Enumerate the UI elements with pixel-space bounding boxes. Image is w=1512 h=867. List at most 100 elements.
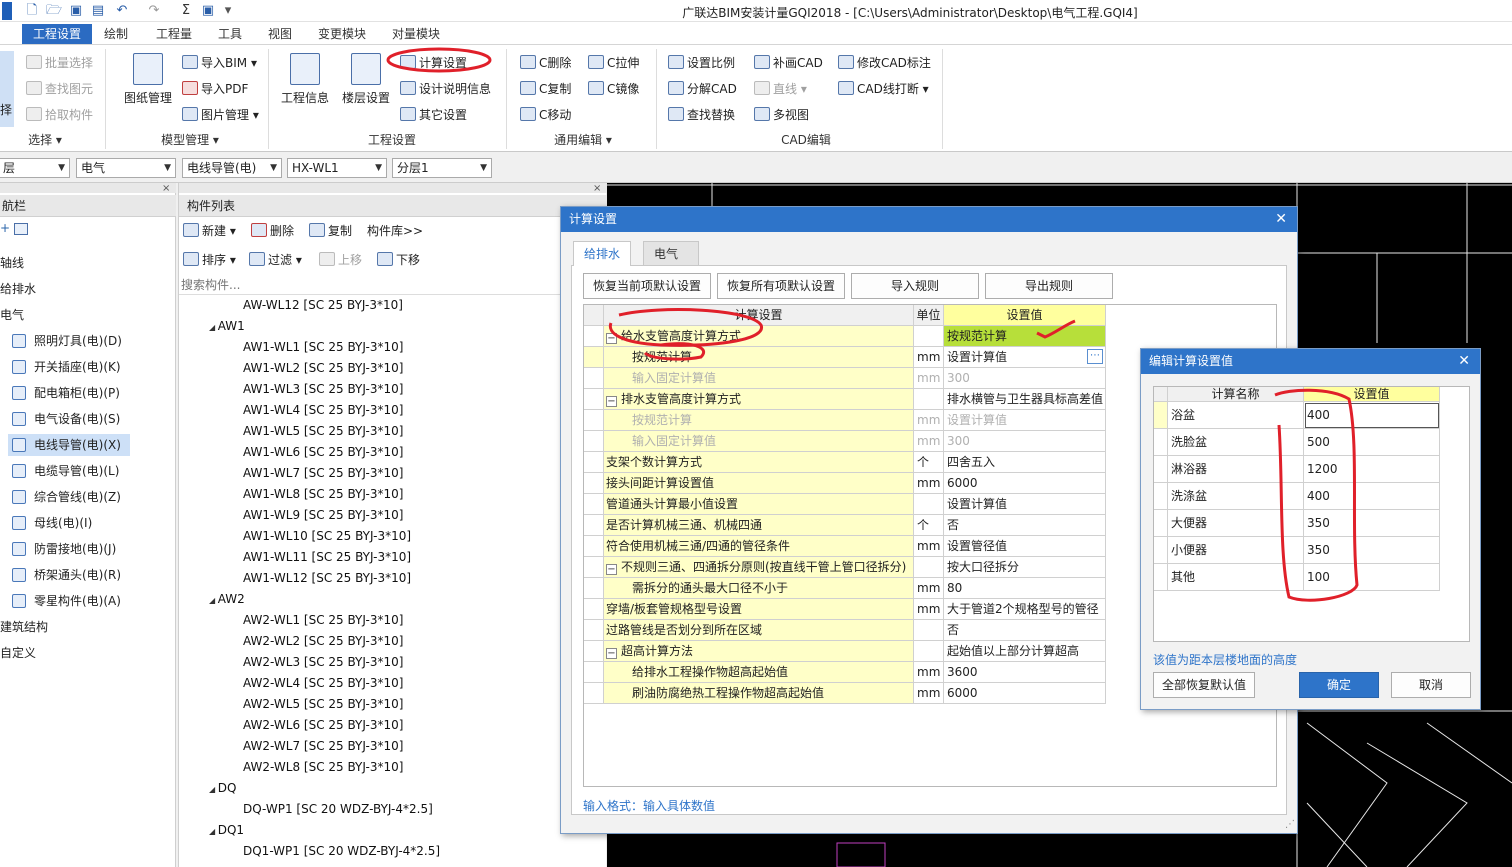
collapse-toggle-icon[interactable]: − bbox=[606, 564, 617, 575]
tree-item[interactable]: AW2-WL7 [SC 25 BYJ-3*10] bbox=[243, 738, 403, 754]
tree-item[interactable]: AW2-WL8 [SC 25 BYJ-3*10] bbox=[243, 759, 403, 775]
value-cell[interactable]: 按大口径拆分 bbox=[944, 557, 1106, 578]
image-icon[interactable]: ▤ bbox=[90, 3, 106, 19]
group-label-select[interactable]: 选择 ▾ bbox=[20, 131, 70, 148]
ellipsis-button[interactable]: ⋯ bbox=[1087, 349, 1103, 364]
nav-tray-fitting[interactable]: 桥架通头(电)(R) bbox=[12, 564, 121, 586]
sum-icon[interactable]: Σ bbox=[178, 3, 194, 19]
tab-change-module[interactable]: 变更模块 bbox=[312, 24, 372, 44]
ok-button[interactable]: 确定 bbox=[1299, 672, 1379, 698]
c-copy-button[interactable]: C复制 bbox=[520, 81, 571, 97]
save-as-icon[interactable]: ▣ bbox=[200, 3, 216, 19]
filter-button[interactable]: 过滤 ▾ bbox=[249, 252, 302, 268]
select-button[interactable]: 择 bbox=[0, 51, 14, 127]
restore-current-default-button[interactable]: 恢复当前项默认设置 bbox=[583, 273, 711, 299]
value-cell[interactable]: 6000 bbox=[944, 473, 1106, 494]
tree-item[interactable]: AW1-WL12 [SC 25 BYJ-3*10] bbox=[243, 570, 411, 586]
import-pdf-button[interactable]: 导入PDF bbox=[182, 81, 248, 97]
value-cell[interactable]: 排水横管与卫生器具标高差值 bbox=[944, 389, 1106, 410]
c-move-button[interactable]: C移动 bbox=[520, 107, 571, 123]
nav-electrical-equipment[interactable]: 电气设备(电)(S) bbox=[12, 408, 120, 430]
close-icon[interactable]: ✕ bbox=[1275, 207, 1287, 232]
cad-line-break-button[interactable]: CAD线打断 ▾ bbox=[838, 81, 929, 97]
quick-access-dropdown-icon[interactable]: ▾ bbox=[220, 3, 236, 19]
group-label-model[interactable]: 模型管理 ▾ bbox=[150, 131, 230, 148]
value-cell[interactable]: 设置计算值 bbox=[944, 494, 1106, 515]
group-label-edit[interactable]: 通用编辑 ▾ bbox=[548, 131, 618, 148]
value-cell[interactable]: 按规范计算 bbox=[944, 326, 1106, 347]
tree-item[interactable]: AW1-WL8 [SC 25 BYJ-3*10] bbox=[243, 486, 403, 502]
tab-draw[interactable]: 绘制 bbox=[98, 24, 134, 44]
nav-busbar[interactable]: 母线(电)(I) bbox=[12, 512, 92, 534]
tab-project-settings[interactable]: 工程设置 bbox=[22, 24, 92, 44]
tree-item[interactable]: AW2-WL1 [SC 25 BYJ-3*10] bbox=[243, 612, 403, 628]
tree-item[interactable]: AW2-WL6 [SC 25 BYJ-3*10] bbox=[243, 717, 403, 733]
component-library-button[interactable]: 构件库>> bbox=[367, 223, 423, 239]
move-up-button[interactable]: 上移 bbox=[319, 252, 362, 268]
nav-plumbing[interactable]: 给排水 bbox=[0, 278, 36, 300]
nav-axis[interactable]: 轴线 bbox=[0, 252, 24, 274]
nav-building-structure[interactable]: 建筑结构 bbox=[0, 616, 48, 638]
batch-select-button[interactable]: 批量选择 bbox=[26, 55, 93, 71]
value-cell[interactable]: 6000 bbox=[944, 683, 1106, 704]
redo-icon[interactable]: ↷ bbox=[146, 3, 162, 19]
nav-cable-conduit[interactable]: 电缆导管(电)(L) bbox=[12, 460, 119, 482]
close-icon[interactable]: ✕ bbox=[1458, 349, 1470, 374]
export-rules-button[interactable]: 导出规则 bbox=[985, 273, 1113, 299]
find-element-button[interactable]: 查找图元 bbox=[26, 81, 93, 97]
edit-icon[interactable] bbox=[14, 223, 28, 235]
value-cell[interactable]: 设置计算值 bbox=[944, 410, 1106, 431]
project-info-button[interactable]: 工程信息 bbox=[278, 53, 332, 106]
import-bim-button[interactable]: 导入BIM ▾ bbox=[182, 55, 257, 71]
discipline-select[interactable]: 电气 ▼ bbox=[76, 158, 176, 178]
value-cell[interactable]: 80 bbox=[944, 578, 1106, 599]
nav-distribution-box[interactable]: 配电箱柜(电)(P) bbox=[12, 382, 120, 404]
collapse-triangle-icon[interactable]: ◢ bbox=[209, 596, 218, 605]
tree-item[interactable]: AW1-WL11 [SC 25 BYJ-3*10] bbox=[243, 549, 411, 565]
tree-item[interactable]: AW1-WL10 [SC 25 BYJ-3*10] bbox=[243, 528, 411, 544]
tree-item[interactable]: AW1-WL9 [SC 25 BYJ-3*10] bbox=[243, 507, 403, 523]
floor-select[interactable]: 层 ▼ bbox=[0, 158, 70, 178]
multi-view-button[interactable]: 多视图 bbox=[754, 107, 809, 123]
tree-group[interactable]: ◢ DQ1 bbox=[209, 822, 244, 840]
new-button[interactable]: 新建 ▾ bbox=[183, 223, 236, 239]
tab-reconcile-module[interactable]: 对量模块 bbox=[386, 24, 446, 44]
tree-item[interactable]: AW2-WL3 [SC 25 BYJ-3*10] bbox=[243, 654, 403, 670]
tree-group[interactable]: ◢ AW1 bbox=[209, 318, 245, 336]
import-rules-button[interactable]: 导入规则 bbox=[851, 273, 979, 299]
close-icon[interactable]: × bbox=[593, 183, 601, 194]
modify-cad-dimension-button[interactable]: 修改CAD标注 bbox=[838, 55, 931, 71]
tree-item[interactable]: AW2-WL5 [SC 25 BYJ-3*10] bbox=[243, 696, 403, 712]
tree-item[interactable]: AW1-WL5 [SC 25 BYJ-3*10] bbox=[243, 423, 403, 439]
tab-quantities[interactable]: 工程量 bbox=[150, 24, 198, 44]
tree-item[interactable]: AW1-WL1 [SC 25 BYJ-3*10] bbox=[243, 339, 403, 355]
pick-component-button[interactable]: 拾取构件 bbox=[26, 107, 93, 123]
collapse-triangle-icon[interactable]: ◢ bbox=[209, 827, 218, 836]
tree-group[interactable]: ◢ AW2 bbox=[209, 591, 245, 609]
c-delete-button[interactable]: C删除 bbox=[520, 55, 571, 71]
value-cell[interactable]: 否 bbox=[944, 620, 1106, 641]
c-mirror-button[interactable]: C镜像 bbox=[588, 81, 639, 97]
image-management-button[interactable]: 图片管理 ▾ bbox=[182, 107, 259, 123]
save-icon[interactable]: ▣ bbox=[68, 3, 84, 19]
add-icon[interactable]: + bbox=[0, 221, 10, 235]
cancel-button[interactable]: 取消 bbox=[1391, 672, 1471, 698]
drawing-management-button[interactable]: 图纸管理 bbox=[122, 53, 174, 106]
nav-combined-pipeline[interactable]: 综合管线(电)(Z) bbox=[12, 486, 121, 508]
tab-plumbing[interactable]: 给排水 bbox=[573, 241, 632, 266]
tab-tools[interactable]: 工具 bbox=[212, 24, 248, 44]
tree-item[interactable]: AW1-WL3 [SC 25 BYJ-3*10] bbox=[243, 381, 403, 397]
collapse-toggle-icon[interactable]: − bbox=[606, 648, 617, 659]
nav-switch-socket[interactable]: 开关插座(电)(K) bbox=[12, 356, 121, 378]
c-stretch-button[interactable]: C拉伸 bbox=[588, 55, 639, 71]
value-cell[interactable]: 300 bbox=[944, 368, 1106, 389]
component-type-select[interactable]: 电线导管(电) ▼ bbox=[182, 158, 282, 178]
tree-item[interactable]: AW1-WL2 [SC 25 BYJ-3*10] bbox=[243, 360, 403, 376]
collapse-triangle-icon[interactable]: ◢ bbox=[209, 785, 218, 794]
tree-item[interactable]: AW2-WL4 [SC 25 BYJ-3*10] bbox=[243, 675, 403, 691]
tab-electrical[interactable]: 电气 bbox=[643, 241, 699, 265]
undo-icon[interactable]: ↶ bbox=[114, 3, 130, 19]
tree-item[interactable]: AW-WL12 [SC 25 BYJ-3*10] bbox=[243, 297, 403, 313]
find-replace-button[interactable]: 查找替换 bbox=[668, 107, 735, 123]
value-cell[interactable]: 起始值以上部分计算超高 bbox=[944, 641, 1106, 662]
